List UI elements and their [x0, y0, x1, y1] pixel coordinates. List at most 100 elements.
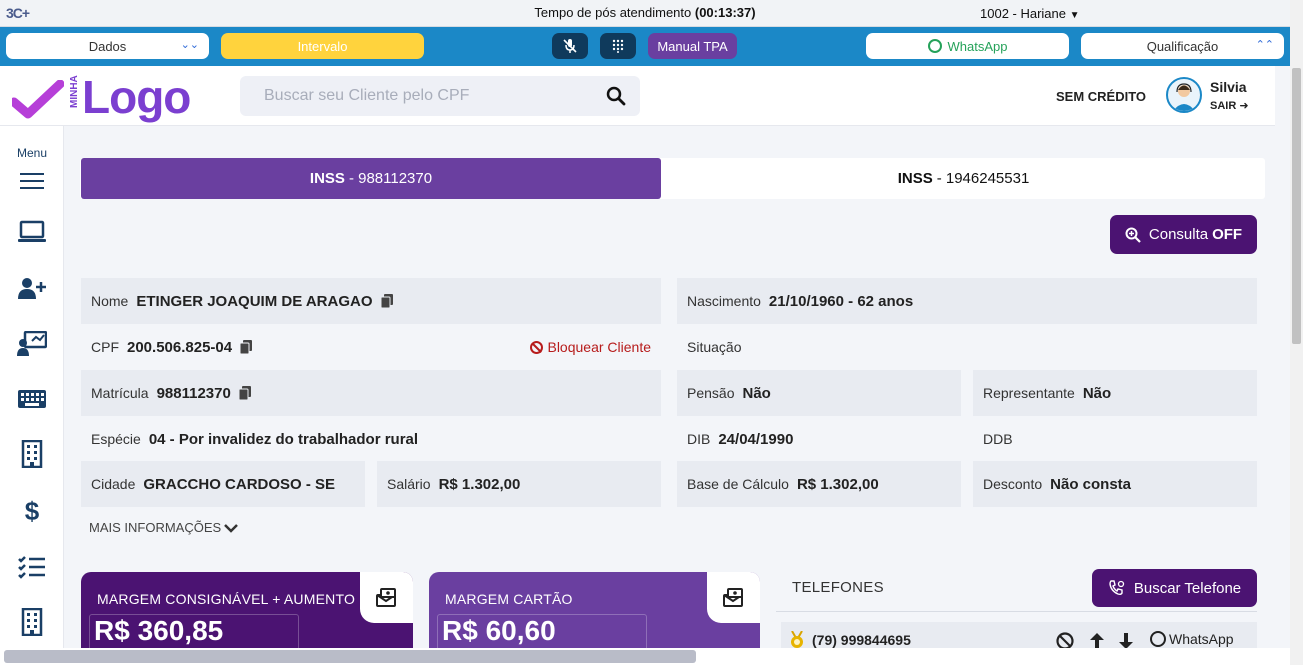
consulta-state: OFF	[1212, 226, 1243, 243]
agent-selector[interactable]: 1002 - Hariane ▼	[980, 6, 1080, 21]
phones-title: TELEFONES	[792, 579, 884, 596]
sidebar-item-finance[interactable]: $	[17, 496, 47, 526]
double-chevron-down-icon: ⌄⌄	[180, 39, 199, 51]
tab-inss-1[interactable]: INSS - 988112370	[81, 158, 661, 199]
avatar[interactable]	[1166, 77, 1202, 113]
action-bar: Dados ⌄⌄ Intervalo Manual TPA WhatsApp Q…	[0, 27, 1290, 66]
field-label: DDB	[983, 431, 1013, 447]
field-value: Não consta	[1050, 475, 1132, 493]
whatsapp-label: WhatsApp	[947, 38, 1008, 54]
field-value: Não	[742, 384, 771, 402]
tab-label: INSS	[309, 170, 345, 187]
tab-value: - 1946245531	[936, 170, 1030, 187]
field-especie: Espécie 04 - Por invalidez do trabalhado…	[81, 416, 661, 462]
microphone-off-icon	[563, 39, 577, 53]
whatsapp-button[interactable]: WhatsApp	[866, 33, 1069, 59]
field-label: Matrícula	[91, 385, 149, 401]
field-value: R$ 1.302,00	[438, 475, 521, 493]
card-simulate-button[interactable]	[707, 572, 760, 623]
field-label: Cidade	[91, 476, 136, 492]
manual-tpa-button[interactable]: Manual TPA	[648, 33, 737, 59]
search-phone-button[interactable]: Buscar Telefone	[1092, 569, 1257, 607]
sidebar-item-add-client[interactable]	[17, 273, 47, 303]
user-name: Silvia	[1210, 79, 1247, 95]
horizontal-scrollbar[interactable]	[0, 648, 1290, 665]
sidebar-item-presentation[interactable]	[17, 329, 47, 359]
brand-word: Logo	[82, 71, 191, 123]
copy-icon[interactable]	[238, 386, 251, 400]
hamburger-icon	[20, 173, 44, 189]
search-icon[interactable]	[606, 86, 626, 106]
field-label: Nome	[91, 293, 129, 309]
double-chevron-up-icon: ⌃⌃	[1255, 39, 1274, 51]
chevron-down-icon	[224, 523, 239, 533]
logout-label: SAIR	[1210, 100, 1237, 112]
phone-whatsapp-label: WhatsApp	[1169, 631, 1234, 647]
block-client-label: Bloquear Cliente	[547, 339, 651, 355]
checklist-icon	[18, 556, 45, 579]
field-value: 24/04/1990	[718, 430, 794, 448]
field-label: Salário	[387, 476, 431, 492]
app-header: MINHA Logo SEM CRÉDITO Silvia SAIR ➜	[0, 66, 1275, 126]
card-title: MARGEM CONSIGNÁVEL + AUMENTO	[97, 591, 356, 607]
logout-icon: ➜	[1239, 100, 1249, 112]
menu-label: Menu	[16, 146, 48, 160]
cpf-search-input[interactable]	[240, 76, 600, 116]
copy-icon[interactable]	[380, 294, 393, 308]
copy-icon[interactable]	[240, 340, 253, 354]
keypad-button[interactable]	[600, 33, 636, 59]
timer-value: (00:13:37)	[694, 5, 756, 20]
field-label: Base de Cálculo	[687, 476, 789, 492]
vertical-scrollbar[interactable]	[1290, 0, 1303, 665]
horizontal-scroll-thumb[interactable]	[4, 650, 696, 663]
qualificacao-toggle[interactable]: Qualificação ⌃⌃	[1081, 33, 1284, 59]
post-call-timer: Tempo de pós atendimento (00:13:37)	[0, 5, 1290, 20]
sidebar-item-checklist[interactable]	[17, 552, 47, 582]
field-cidade: Cidade GRACCHO CARDOSO - SE	[81, 461, 365, 507]
more-info-toggle[interactable]: MAIS INFORMAÇÕES	[89, 520, 239, 535]
field-ddb: DDB	[973, 416, 1257, 462]
phone-whatsapp-button[interactable]: WhatsApp	[1150, 631, 1234, 647]
tab-inss-2[interactable]: INSS - 1946245531	[662, 158, 1265, 199]
timer-label: Tempo de pós atendimento	[534, 5, 692, 20]
envelope-money-icon	[722, 587, 743, 607]
cpf-search-box	[240, 76, 640, 116]
field-value: ETINGER JOAQUIM DE ARAGAO	[136, 292, 373, 310]
sidebar-item-building-2[interactable]	[17, 607, 47, 637]
sidebar-item-dashboard[interactable]	[17, 217, 47, 247]
sidebar-item-building[interactable]	[17, 439, 47, 469]
sidebar: Menu $	[0, 126, 64, 665]
agent-name: 1002 - Hariane	[980, 6, 1066, 21]
brand-logo[interactable]: MINHA Logo	[12, 71, 202, 123]
user-headset-avatar-icon	[1173, 83, 1195, 111]
qualificacao-label: Qualificação	[1146, 38, 1219, 54]
field-value: 200.506.825-04	[127, 338, 233, 356]
block-client-link[interactable]: Bloquear Cliente	[530, 339, 651, 355]
sidebar-menu-toggle[interactable]	[17, 166, 47, 196]
card-simulate-button[interactable]	[360, 572, 413, 623]
field-representante: Representante Não	[973, 370, 1257, 416]
field-value: Não	[1082, 384, 1112, 402]
consulta-off-button[interactable]: Consulta OFF	[1110, 215, 1257, 254]
field-salario: Salário R$ 1.302,00	[377, 461, 661, 507]
field-label: DIB	[687, 431, 711, 447]
field-label: Espécie	[91, 431, 141, 447]
field-dib: DIB 24/04/1990	[677, 416, 961, 462]
benefit-tabs: INSS - 988112370 INSS - 1946245531	[80, 158, 1265, 199]
field-matricula: Matrícula 988112370	[81, 370, 661, 416]
ban-icon	[530, 340, 544, 354]
user-plus-icon	[18, 278, 46, 299]
field-nascimento: Nascimento 21/10/1960 - 62 anos	[677, 278, 1257, 324]
dados-toggle[interactable]: Dados ⌄⌄	[6, 33, 209, 59]
chalkboard-user-icon	[17, 331, 47, 356]
mute-button[interactable]	[552, 33, 588, 59]
field-cpf: CPF 200.506.825-04 Bloquear Cliente	[81, 324, 661, 370]
brand-small-text: MINHA	[69, 75, 80, 108]
dollar-icon: $	[24, 495, 40, 526]
tab-value: - 988112370	[348, 170, 433, 187]
sidebar-item-keyboard[interactable]	[17, 384, 47, 414]
intervalo-button[interactable]: Intervalo	[221, 33, 424, 59]
vertical-scroll-thumb[interactable]	[1292, 68, 1301, 344]
logout-link[interactable]: SAIR ➜	[1210, 99, 1249, 112]
field-label: Situação	[687, 339, 742, 355]
